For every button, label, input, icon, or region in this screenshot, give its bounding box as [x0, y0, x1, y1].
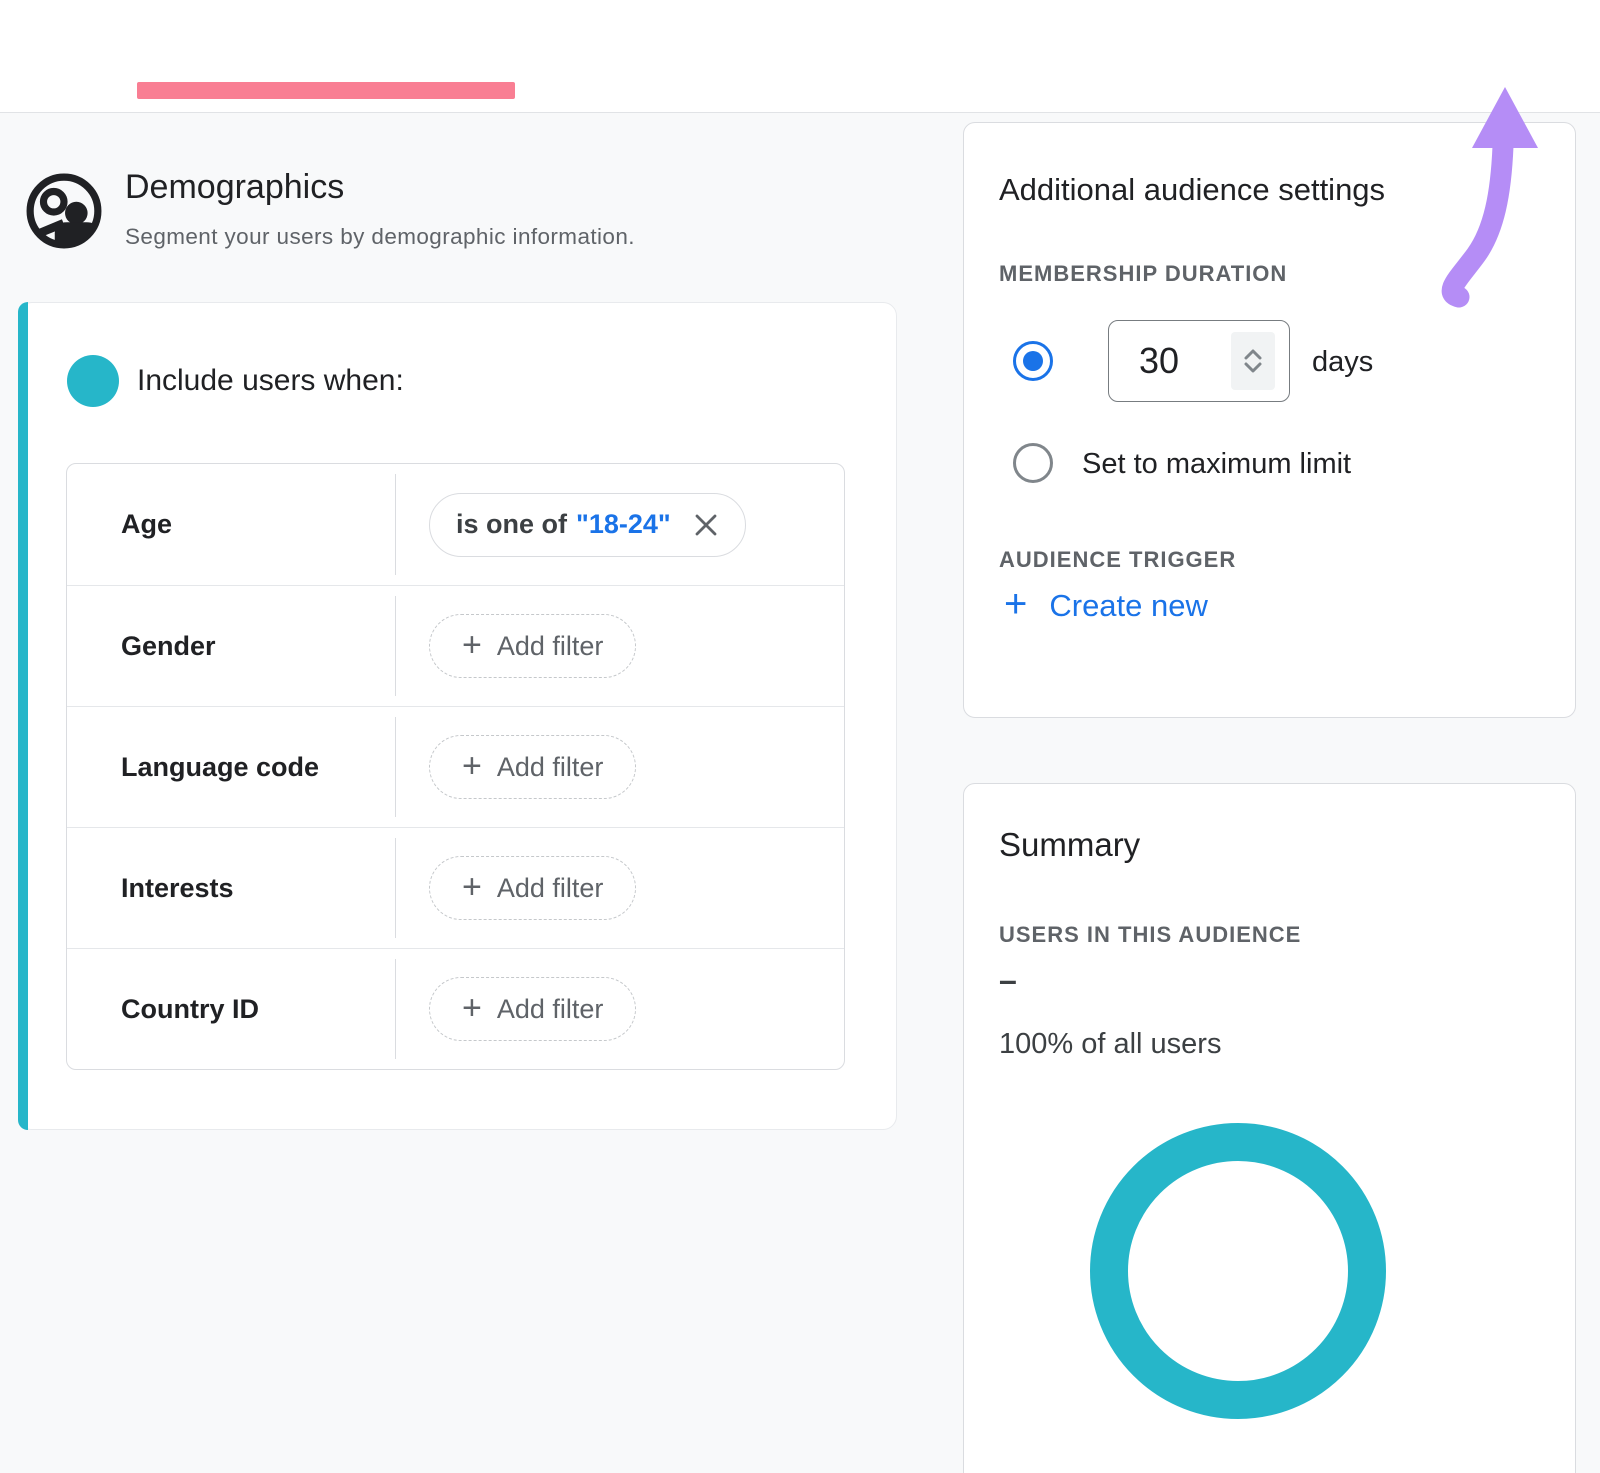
criteria-value-cell: + Add filter [395, 828, 844, 948]
create-trigger-link[interactable]: + Create new [1004, 588, 1208, 624]
audience-builder-page: Untitled audience Help center Cancel Sav… [0, 0, 1600, 1473]
plus-icon: + [462, 628, 482, 662]
add-filter-button-gender[interactable]: + Add filter [429, 614, 636, 678]
additional-settings-title: Additional audience settings [999, 172, 1385, 208]
criteria-row-country-id: Country ID + Add filter [67, 948, 844, 1069]
criteria-row-age: Age is one of "18-24" [67, 464, 844, 585]
duration-days-input[interactable]: 30 [1108, 320, 1290, 402]
include-card-title: Include users when: [137, 364, 404, 398]
summary-title: Summary [999, 826, 1140, 864]
demographics-icon [25, 172, 103, 250]
add-filter-label: Add filter [497, 994, 604, 1025]
criteria-label: Age [67, 464, 395, 585]
criteria-row-language-code: Language code + Add filter [67, 706, 844, 827]
criteria-value-cell: + Add filter [395, 586, 844, 706]
plus-icon: + [1004, 584, 1027, 624]
chip-value: "18-24" [576, 509, 671, 540]
criteria-label: Gender [67, 586, 395, 706]
section-title: Demographics [125, 168, 344, 207]
users-in-audience-value: – [999, 962, 1017, 999]
plus-icon: + [462, 870, 482, 904]
criteria-table: Age is one of "18-24" Gender + Add filte… [66, 463, 845, 1070]
membership-duration-label: MEMBERSHIP DURATION [999, 261, 1287, 287]
plus-icon: + [462, 991, 482, 1025]
add-filter-label: Add filter [497, 873, 604, 904]
users-in-audience-label: USERS IN THIS AUDIENCE [999, 922, 1301, 948]
criteria-label: Country ID [67, 949, 395, 1069]
duration-days-radio[interactable] [1013, 341, 1053, 381]
percent-of-users-label: 100% of all users [999, 1028, 1221, 1061]
criteria-row-gender: Gender + Add filter [67, 585, 844, 706]
audience-trigger-label: AUDIENCE TRIGGER [999, 547, 1236, 573]
duration-days-value: 30 [1139, 340, 1179, 382]
audience-donut-chart [1070, 1103, 1406, 1444]
criteria-label: Language code [67, 707, 395, 827]
criteria-value-cell: + Add filter [395, 949, 844, 1069]
criteria-value-cell: is one of "18-24" [395, 464, 844, 585]
criteria-row-interests: Interests + Add filter [67, 827, 844, 948]
criteria-value-cell: + Add filter [395, 707, 844, 827]
chip-operator: is one of [456, 509, 567, 540]
create-trigger-label: Create new [1049, 588, 1208, 624]
max-limit-radio[interactable] [1013, 443, 1053, 483]
plus-icon: + [462, 749, 482, 783]
add-filter-button-country-id[interactable]: + Add filter [429, 977, 636, 1041]
number-spinner-control[interactable] [1231, 332, 1275, 390]
add-filter-label: Add filter [497, 752, 604, 783]
age-filter-chip[interactable]: is one of "18-24" [429, 493, 746, 557]
section-subtitle: Segment your users by demographic inform… [125, 224, 635, 250]
add-filter-button-language-code[interactable]: + Add filter [429, 735, 636, 799]
title-underline-annotation [137, 82, 515, 99]
additional-settings-card [963, 122, 1576, 718]
criteria-label: Interests [67, 828, 395, 948]
duration-unit-label: days [1312, 346, 1373, 379]
add-filter-label: Add filter [497, 631, 604, 662]
add-filter-button-interests[interactable]: + Add filter [429, 856, 636, 920]
chip-close-icon[interactable] [693, 512, 719, 538]
max-limit-label: Set to maximum limit [1082, 448, 1351, 481]
include-scope-dot [67, 355, 119, 407]
